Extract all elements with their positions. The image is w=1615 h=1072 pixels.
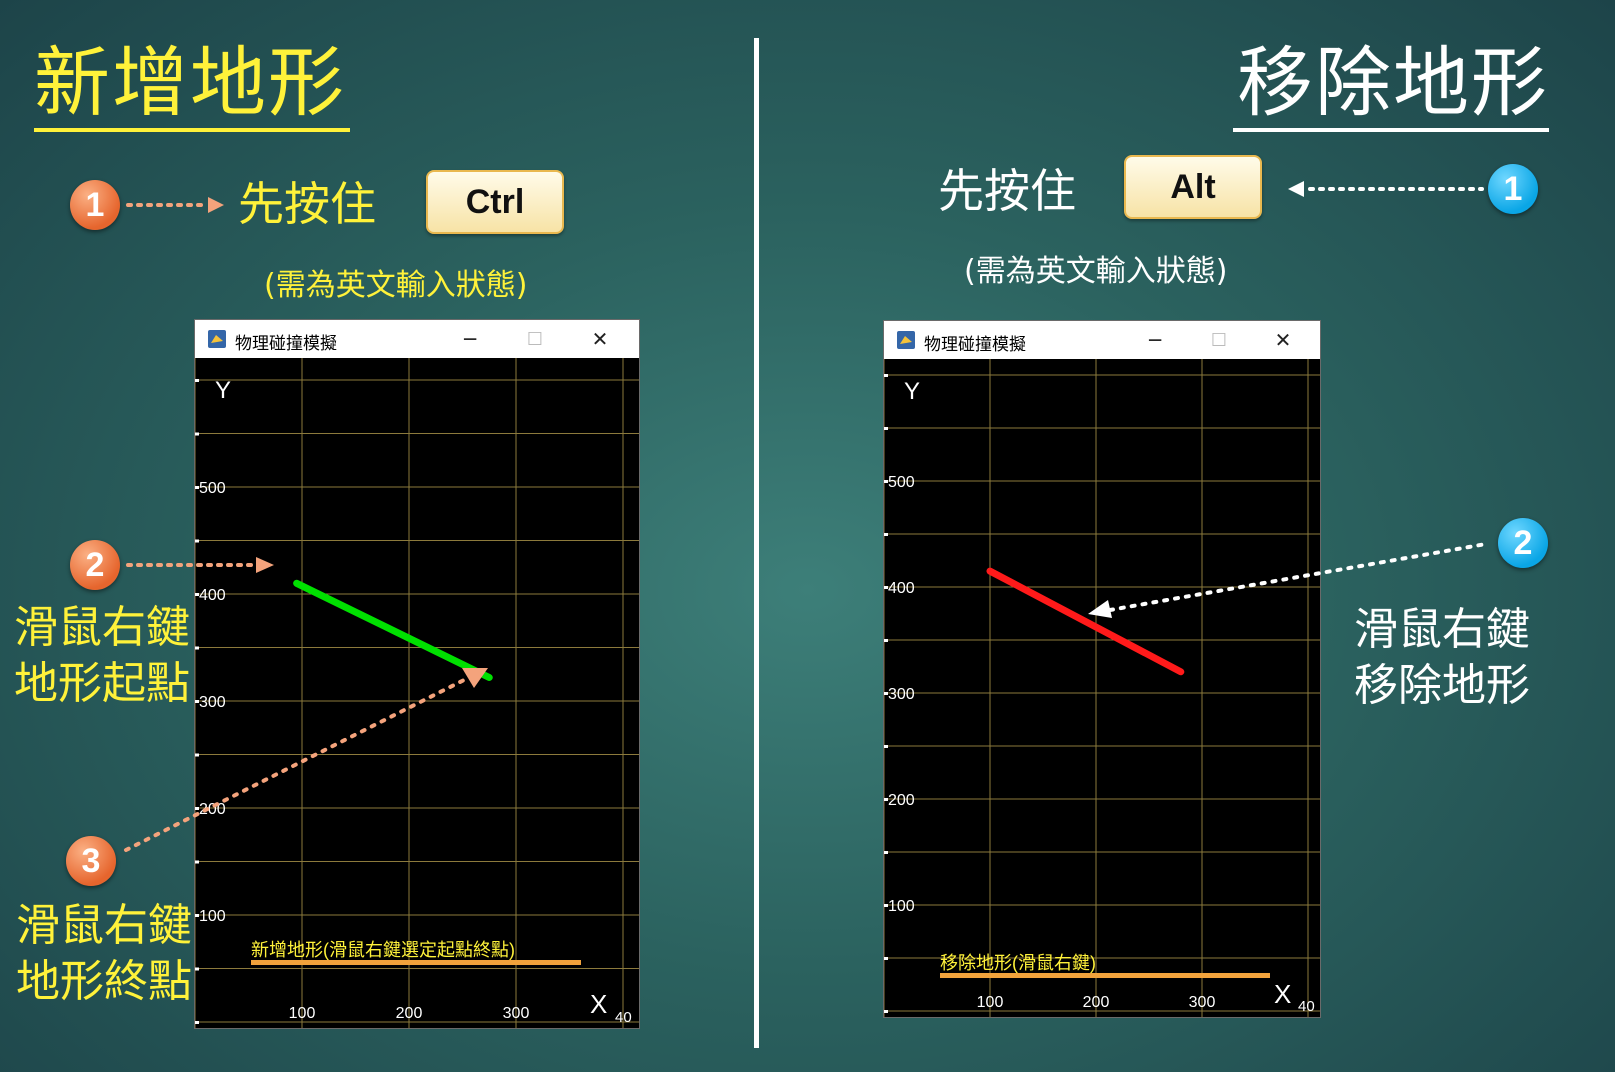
- plot-grid: [884, 359, 1320, 1017]
- x-axis-label: X: [590, 989, 607, 1019]
- minimize-button[interactable]: ─: [455, 326, 485, 352]
- maximize-button[interactable]: ☐: [520, 326, 550, 352]
- y-tick-400: 400: [888, 580, 915, 597]
- divider: [754, 38, 759, 1048]
- hold-text-right: 先按住: [938, 164, 1076, 218]
- y-tick-mark: [884, 1010, 888, 1013]
- y-tick-mark: [195, 379, 199, 382]
- y-tick-100: 100: [888, 898, 915, 915]
- x-tick-labels: 100 200 300: [977, 994, 1216, 1011]
- window-titlebar[interactable]: 物理碰撞模擬 ─ ☐ ✕: [884, 321, 1320, 359]
- x-tick-100: 100: [289, 1005, 316, 1022]
- y-tick-labels: 500 400 300 200 100: [888, 474, 915, 915]
- close-button[interactable]: ✕: [585, 326, 615, 352]
- y-tick-mark: [195, 646, 199, 650]
- maximize-button[interactable]: ☐: [1204, 327, 1234, 353]
- y-tick-200: 200: [888, 792, 915, 809]
- x-edge-tick: 40: [615, 1009, 632, 1026]
- step-2-label-line1: 滑鼠右鍵: [1354, 604, 1530, 655]
- y-axis-label: Y: [904, 378, 920, 405]
- step-3-label-line1: 滑鼠右鍵: [16, 900, 192, 951]
- step-1-arrow-right: [1288, 181, 1484, 197]
- y-tick-mark: [884, 533, 888, 536]
- step-3-badge-left: 3: [66, 836, 116, 886]
- app-icon: [208, 330, 226, 348]
- status-bar: [251, 960, 581, 965]
- x-tick-labels: 100 200 300: [289, 1005, 530, 1022]
- plot-area[interactable]: Y 500 400 300 200 100 100 200 300 X 40 移…: [884, 359, 1320, 1017]
- hold-text-left: 先按住: [238, 177, 376, 231]
- status-text: 新增地形(滑鼠右鍵選定起點終點): [251, 940, 515, 960]
- y-tick-mark: [195, 539, 199, 543]
- step-1-arrow-left: [126, 197, 224, 213]
- right-title: 移除地形: [1233, 38, 1549, 132]
- step-2-badge-left: 2: [70, 540, 120, 590]
- close-button[interactable]: ✕: [1268, 327, 1298, 353]
- ctrl-key: Ctrl: [426, 170, 564, 234]
- y-axis-label: Y: [215, 377, 231, 404]
- x-tick-200: 200: [1083, 994, 1110, 1011]
- y-tick-mark: [195, 967, 199, 971]
- window-title: 物理碰撞模擬: [235, 334, 337, 354]
- step-3-label-left: 滑鼠右鍵 地形終點: [16, 898, 192, 1010]
- status-bar: [940, 973, 1270, 978]
- y-tick-mark: [884, 639, 888, 642]
- x-tick-100: 100: [977, 994, 1004, 1011]
- x-axis-label: X: [1274, 979, 1291, 1009]
- step-2-badge-right: 2: [1498, 518, 1548, 568]
- y-tick-mark: [195, 860, 199, 864]
- step-3-label-line2: 地形終點: [16, 956, 192, 1007]
- y-tick-mark: [195, 432, 199, 436]
- step-1-badge-left: 1: [70, 180, 120, 230]
- x-edge-tick: 40: [1298, 998, 1315, 1015]
- simulation-window-right[interactable]: 物理碰撞模擬 ─ ☐ ✕ Y 500 400 300 200 100 100 2…: [883, 320, 1321, 1018]
- y-tick-mark: [884, 851, 888, 854]
- step-2-arrow-left: [126, 557, 274, 573]
- step-2-label-line1: 滑鼠右鍵: [14, 602, 190, 653]
- y-tick-mark: [884, 957, 888, 960]
- status-text: 移除地形(滑鼠右鍵): [940, 953, 1096, 973]
- x-tick-200: 200: [396, 1005, 423, 1022]
- x-tick-300: 300: [1189, 994, 1216, 1011]
- y-tick-mark: [884, 745, 888, 748]
- step-3-arrow-left: [124, 668, 488, 852]
- minimize-button[interactable]: ─: [1140, 327, 1170, 353]
- app-icon: [897, 331, 915, 349]
- alt-key: Alt: [1124, 155, 1262, 219]
- y-tick-500: 500: [888, 474, 915, 491]
- y-tick-100: 100: [199, 908, 226, 925]
- y-tick-mark: [884, 374, 888, 377]
- step-2-label-line2: 移除地形: [1354, 660, 1530, 711]
- y-tick-400: 400: [199, 587, 226, 604]
- y-tick-mark: [195, 1021, 199, 1024]
- step-1-badge-right: 1: [1488, 164, 1538, 214]
- note-left: (需為英文輸入狀態): [264, 268, 528, 303]
- left-title: 新增地形: [34, 38, 350, 132]
- y-tick-mark: [884, 427, 888, 430]
- step-2-label-right: 滑鼠右鍵 移除地形: [1354, 602, 1530, 714]
- y-tick-500: 500: [199, 480, 226, 497]
- window-titlebar[interactable]: 物理碰撞模擬 ─ ☐ ✕: [195, 320, 639, 358]
- x-tick-300: 300: [503, 1005, 530, 1022]
- y-tick-300: 300: [888, 686, 915, 703]
- window-title: 物理碰撞模擬: [924, 335, 1026, 355]
- note-right: (需為英文輸入狀態): [964, 254, 1228, 289]
